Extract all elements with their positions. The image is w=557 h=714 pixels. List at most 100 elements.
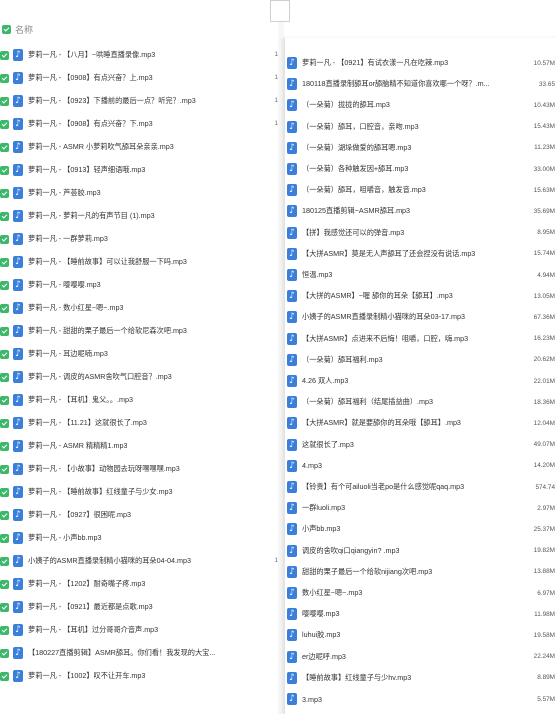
file-row[interactable]: ♪ （一朵菊）舔耳福利.mp3 20.62M [287,349,557,371]
file-name: 萝莉一凡 - 小声bb.mp3 [28,533,102,542]
audio-file-icon: ♪ [287,332,297,345]
select-all-checkbox[interactable] [2,24,11,34]
file-row[interactable]: ♪ （一朵菊）湖垛做爱的舔耳嗯.mp3 11.23M [287,137,557,159]
checked-checkbox[interactable] [0,303,9,313]
file-row[interactable]: ♪ 萝莉一凡 - 【0927】很困呢.mp3 [0,504,278,526]
checked-checkbox[interactable] [0,418,9,428]
file-row[interactable]: ♪ 萝莉一凡 - 【0923】下播前的最后一点？听完？.mp3 1 [0,90,278,112]
file-row[interactable]: ♪ 萝莉一凡 - 【小故事】动物园去玩呀嘿嘿嘿.mp3 [0,458,278,480]
checked-checkbox[interactable] [0,487,9,497]
file-row[interactable]: ♪ 萝莉一凡 - 【0908】有点兴奋？上.mp3 1 [0,67,278,89]
file-name: 萝莉一凡 - 【耳机】过分哥哥介音声.mp3 [28,625,159,634]
file-row[interactable]: ♪ 萝莉一凡 - 【0921】有试衣漾一凡在吃辣.mp3 10.57M [287,52,557,74]
file-row[interactable]: ♪ 180118直播录制舔耳or舔脑精不知道你喜欢哪一个呀？.m... 33.65 [287,73,557,95]
file-row[interactable]: ♪ 萝莉一凡 - 【1002】叹不让开车.mp3 [0,665,278,687]
file-row[interactable]: ♪ 小姨子的ASMR直播录制精小猫咪的耳朵04-04.mp3 1 [0,550,278,572]
file-row[interactable]: ♪ 这就很长了.mp3 49.07M [287,434,557,456]
file-row[interactable]: ♪ 萝莉一凡 - ASMR 小萝莉吹气舔耳朵亲亲.mp3 [0,136,278,158]
file-row[interactable]: ♪ （一朵菊）各种触发因+舔耳.mp3 33.00M [287,158,557,180]
file-row[interactable]: ♪ 恒温.mp3 4.94M [287,264,557,286]
file-name: （一朵菊）舔耳，咀嚼音，触发音.mp3 [302,185,426,195]
checked-checkbox[interactable] [0,671,9,681]
file-row[interactable]: ♪ 萝莉一凡 - 小声bb.mp3 [0,527,278,549]
file-row[interactable]: ♪ 萝莉一凡 - 【睡前故事】红线童子与少女.mp3 [0,481,278,503]
checked-checkbox[interactable] [0,395,9,405]
checked-checkbox[interactable] [0,326,9,336]
checked-checkbox[interactable] [0,372,9,382]
checked-checkbox[interactable] [0,464,9,474]
file-row[interactable]: ♪ 小声bb.mp3 25.37M [287,518,557,540]
file-row[interactable]: ♪ 4.26 双人.mp3 22.01M [287,370,557,392]
file-row[interactable]: ♪ 甜甜的栗子最后一个给软nijiang次吧.mp3 13.88M [287,561,557,583]
checked-checkbox[interactable] [0,510,9,520]
file-row[interactable]: ♪ （一朵菊）拢拢的舔耳.mp3 10.43M [287,94,557,116]
checked-checkbox[interactable] [0,165,9,175]
checked-checkbox[interactable] [0,648,9,658]
checked-checkbox[interactable] [0,441,9,451]
checked-checkbox[interactable] [0,142,9,152]
file-name: 萝莉一凡 - 数小红星~嗯~.mp3 [28,303,124,312]
checked-checkbox[interactable] [0,625,9,635]
file-row[interactable]: ♪ 一群luoli.mp3 2.97M [287,497,557,519]
file-row[interactable]: ♪ 萝莉一凡 - 萝莉一凡的有声节目 (1).mp3 [0,205,278,227]
file-row[interactable]: ♪ 萝莉一凡 - 数小红星~嗯~.mp3 [0,297,278,319]
checked-checkbox[interactable] [0,234,9,244]
file-row[interactable]: ♪ 萝莉一凡 - 嘤嘤嘤.mp3 [0,274,278,296]
file-row[interactable]: ♪ 【180227直播剪辑】ASMR舔耳。你们看！我发现的大宝... [0,642,278,664]
file-name: （一朵菊）舔耳福利（结尾插益曲）.mp3 [302,397,433,407]
file-row[interactable]: ♪ 数小红星~嗯~.mp3 6.97M [287,582,557,604]
checked-checkbox[interactable] [0,257,9,267]
file-row[interactable]: ♪ 【铃贵】有个可ailuoli当老po是什么感觉呢qaq.mp3 574.74 [287,476,557,498]
checked-checkbox[interactable] [0,602,9,612]
file-row[interactable]: ♪ 【大拼ASMR】就是要舔你的耳朵哦【舔耳】.mp3 12.04M [287,412,557,434]
file-row[interactable]: ♪ 萝莉一凡 - 一群萝莉.mp3 [0,228,278,250]
checked-checkbox[interactable] [0,533,9,543]
file-row[interactable]: ♪ 调皮的舍吹qi口qiangyin? .mp3 19.82M [287,540,557,562]
file-name: 萝莉一凡 - 【11.21】这就很长了.mp3 [28,418,147,427]
file-row[interactable]: ♪ 萝莉一凡 - 调皮的ASMR舍吹气口腔音？.mp3 [0,366,278,388]
file-row[interactable]: ♪ 萝莉一凡 - ASMR 精精精1.mp3 [0,435,278,457]
file-row[interactable]: ♪ 萝莉一凡 - 芦荟胶.mp3 [0,182,278,204]
file-row[interactable]: ♪ 萝莉一凡 - 【0921】最近都是点歌.mp3 [0,596,278,618]
file-row[interactable]: ♪ 【睡前故事】红线童子与少hv.mp3 8.89M [287,667,557,689]
checked-checkbox[interactable] [0,211,9,221]
file-row[interactable]: ♪ er边呢呼.mp3 22.24M [287,646,557,668]
file-row[interactable]: ♪ 萝莉一凡 - 【0913】轻声细语哦.mp3 [0,159,278,181]
file-row[interactable]: ♪ 180125直播剪辑~ASMR舔耳.mp3 35.69M [287,200,557,222]
file-row[interactable]: ♪ （一朵菊）舔耳福利（结尾插益曲）.mp3 18.36M [287,391,557,413]
file-row[interactable]: ♪ 3.mp3 5.57M [287,688,557,710]
file-row[interactable]: ♪ 萝莉一凡 - 甜甜的栗子最后一个给软尼森次吧.mp3 [0,320,278,342]
checked-checkbox[interactable] [0,73,9,83]
file-row[interactable]: ♪ 4.mp3 14.20M [287,455,557,477]
name-column-header[interactable]: 名称 [0,20,33,38]
file-row[interactable]: ♪ 萝莉一凡 - 【睡前故事】可以让我舒服一下吗.mp3 [0,251,278,273]
file-size: 35.69M [533,207,555,215]
file-row[interactable]: ♪ 萝莉一凡 - 【0908】有点兴奋？下.mp3 1 [0,113,278,135]
checked-checkbox[interactable] [0,280,9,290]
checked-checkbox[interactable] [0,556,9,566]
checked-checkbox[interactable] [0,96,9,106]
file-row[interactable]: ♪ 萝莉一凡 - 【11.21】这就很长了.mp3 [0,412,278,434]
checked-checkbox[interactable] [0,119,9,129]
file-row[interactable]: ♪ 萝莉一凡 - 【1202】耐奇嘴子疼.mp3 [0,573,278,595]
file-name: 萝莉一凡 - 调皮的ASMR舍吹气口腔音？.mp3 [28,372,172,381]
file-row[interactable]: ♪ 萝莉一凡 - 【八月】~哄睡直播录像.mp3 1 [0,44,278,66]
file-row[interactable]: ♪ 嘤嘤嘤.mp3 11.98M [287,603,557,625]
file-row[interactable]: ♪ （一朵菊）舔耳，咀嚼音，触发音.mp3 15.63M [287,179,557,201]
file-row[interactable]: ♪ 萝莉一凡 - 耳边呢喃.mp3 [0,343,278,365]
file-row[interactable]: ♪ 萝莉一凡 - 【耳机】过分哥哥介音声.mp3 [0,619,278,641]
file-name: 萝莉一凡 - 【1202】耐奇嘴子疼.mp3 [28,579,146,588]
file-row[interactable]: ♪ 小姨子的ASMR直播录制精小猫咪的耳朵03-17.mp3 67.36M [287,306,557,328]
file-row[interactable]: ♪ 【大拼ASMR】莫是无人声舔耳了还会捏没有说话.mp3 15.74M [287,243,557,265]
file-row[interactable]: ♪ （一朵菊）舔耳，口腔音，亲吻.mp3 15.43M [287,116,557,138]
checked-checkbox[interactable] [0,579,9,589]
checked-checkbox[interactable] [0,349,9,359]
file-row[interactable]: ♪ 【大拼的ASMR】~喔 舔你的耳朵【舔耳】.mp3 13.05M [287,285,557,307]
file-row[interactable]: ♪ 萝莉一凡 - 【耳机】鬼父。。.mp3 [0,389,278,411]
file-row[interactable]: ♪ 【拼】我感觉还可以的弹音.mp3 8.95M [287,222,557,244]
file-row[interactable]: ♪ 【大拼ASMR】点进来不后悔！咀嚼，口腔，嗨.mp3 16.23M [287,328,557,350]
file-row[interactable]: ♪ luhui胶.mp3 19.58M [287,624,557,646]
audio-file-icon: ♪ [13,394,23,406]
checked-checkbox[interactable] [0,50,9,60]
checked-checkbox[interactable] [0,188,9,198]
